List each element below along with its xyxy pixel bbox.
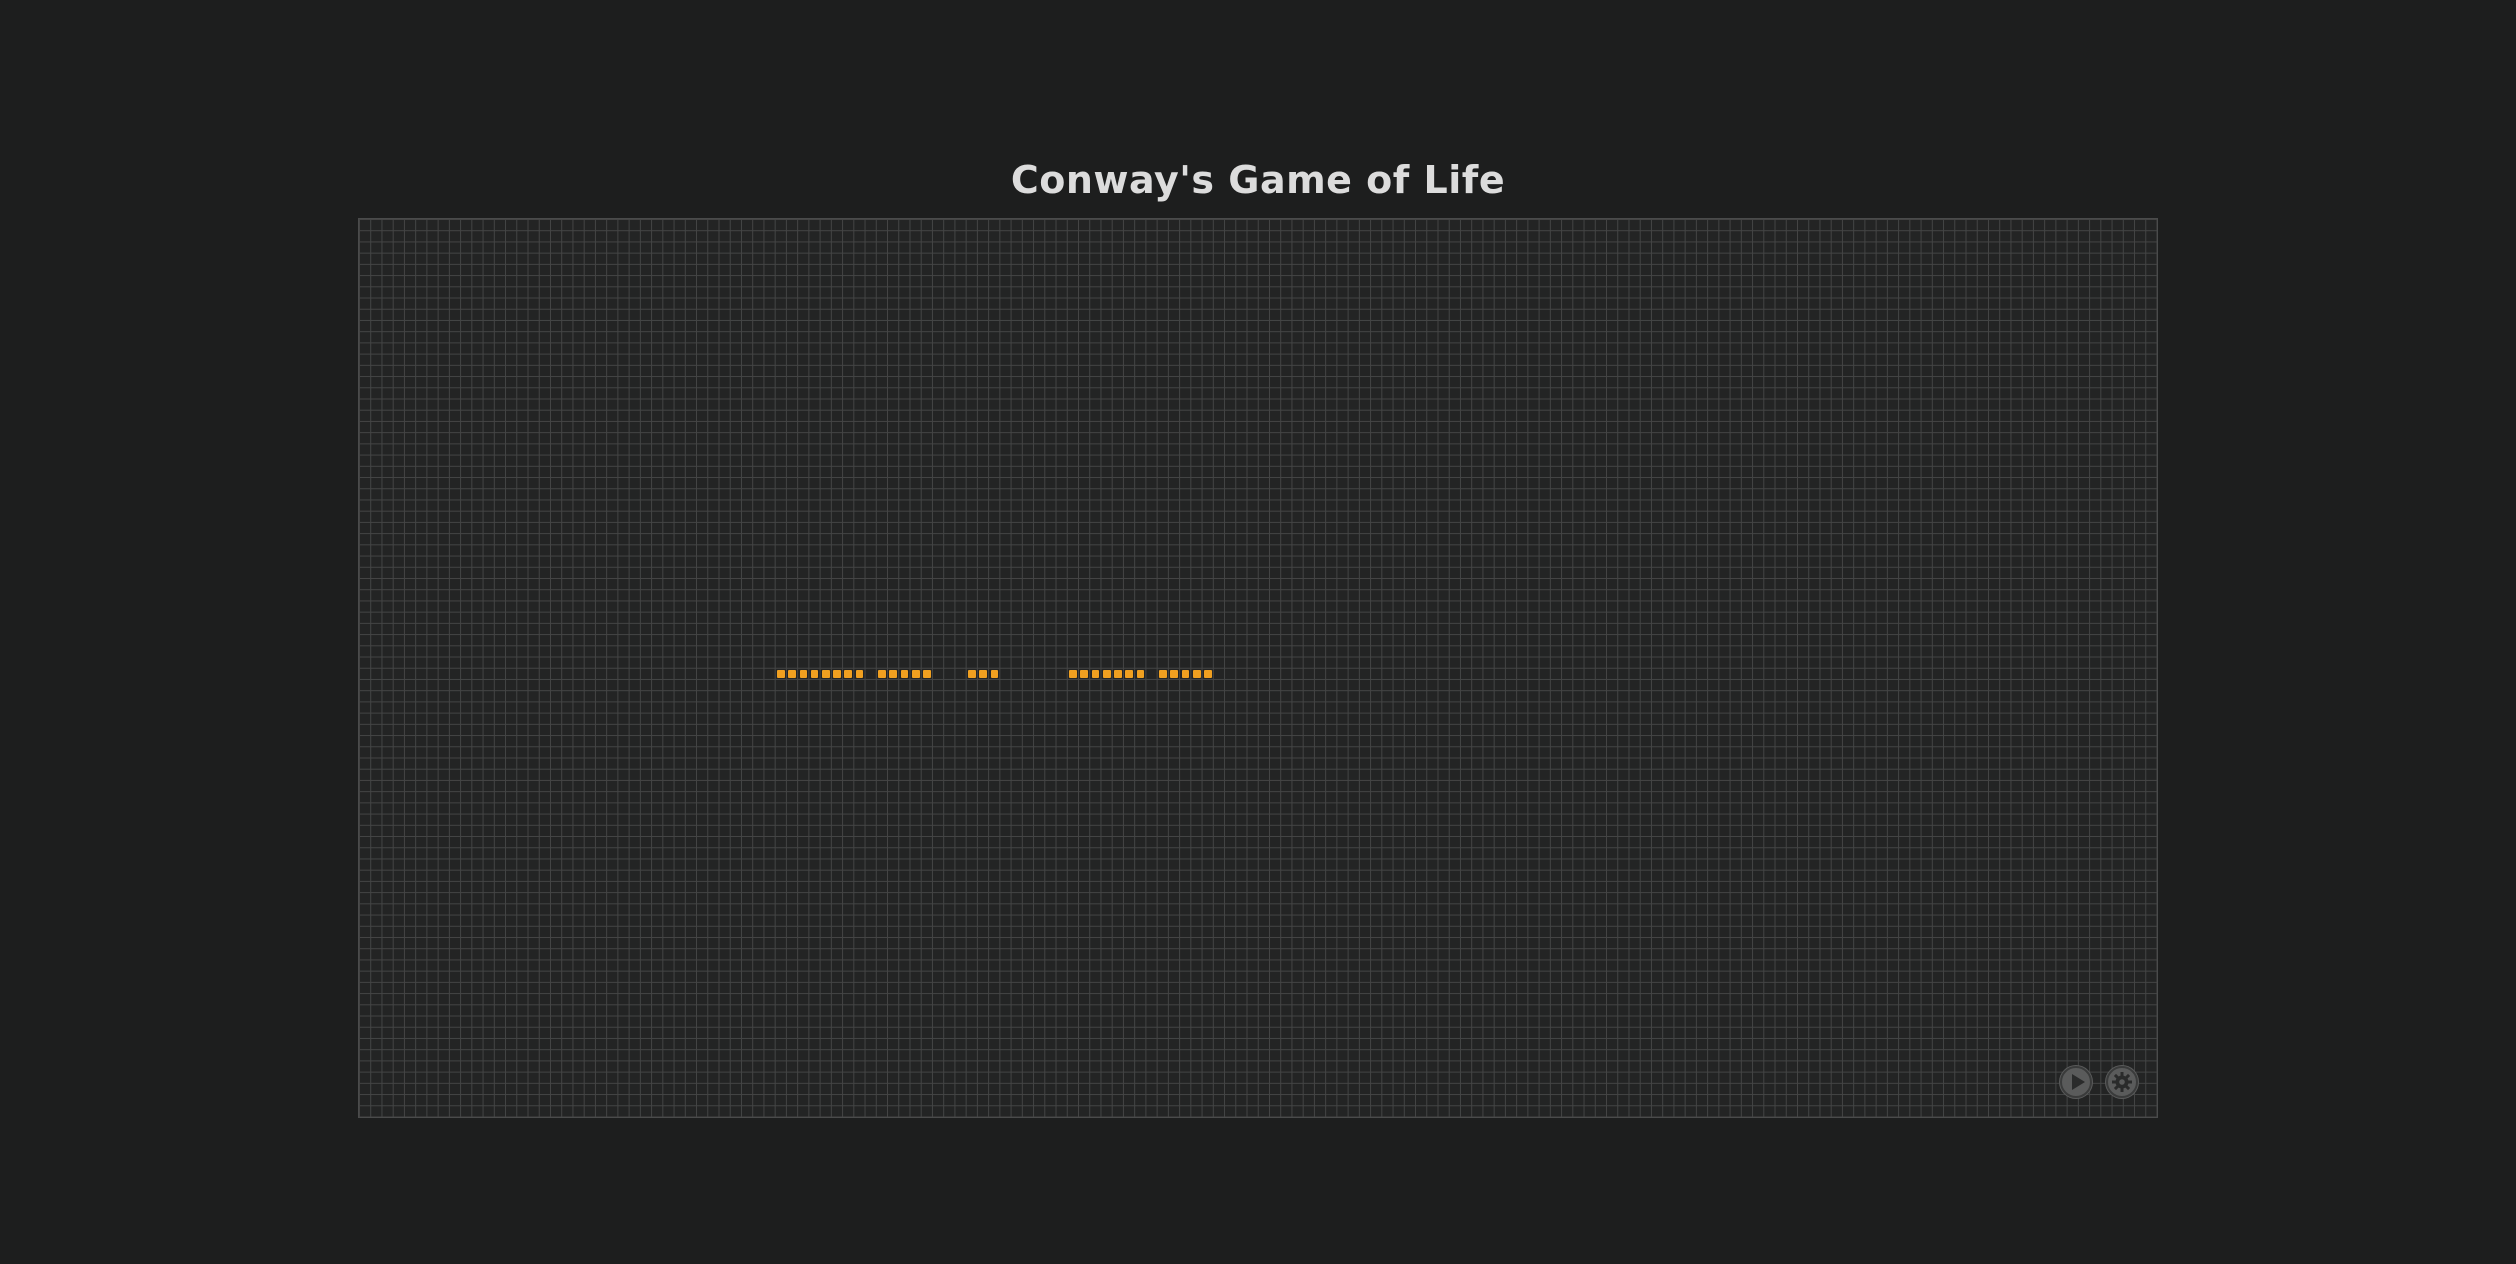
live-cell[interactable] (1204, 670, 1212, 678)
live-cell[interactable] (1181, 670, 1190, 678)
live-cell[interactable] (990, 670, 999, 678)
gear-icon (2106, 1066, 2138, 1098)
play-icon (2060, 1066, 2092, 1098)
board-controls (2059, 1065, 2139, 1099)
live-cell[interactable] (821, 670, 830, 678)
live-cell[interactable] (799, 670, 808, 678)
settings-button[interactable] (2105, 1065, 2139, 1099)
live-cell[interactable] (1125, 670, 1134, 678)
life-board[interactable] (358, 218, 2158, 1118)
live-cell[interactable] (1069, 670, 1077, 678)
live-cell[interactable] (1136, 670, 1145, 678)
live-cell[interactable] (1170, 670, 1179, 678)
live-cell[interactable] (1091, 670, 1100, 678)
live-cell[interactable] (833, 670, 841, 678)
live-cell[interactable] (1114, 670, 1122, 678)
live-cell[interactable] (855, 670, 864, 678)
live-cell[interactable] (979, 670, 988, 678)
live-cell[interactable] (923, 670, 931, 678)
live-cell[interactable] (788, 670, 796, 678)
live-cell[interactable] (1159, 670, 1167, 678)
live-cell[interactable] (889, 670, 898, 678)
live-cell[interactable] (878, 670, 886, 678)
live-cell[interactable] (968, 670, 976, 678)
live-cell[interactable] (1080, 670, 1089, 678)
live-cell[interactable] (911, 670, 920, 678)
live-cell[interactable] (1102, 670, 1111, 678)
live-cell[interactable] (1192, 670, 1201, 678)
page-title: Conway's Game of Life (1010, 158, 1506, 202)
live-cell[interactable] (810, 670, 819, 678)
live-cell[interactable] (777, 670, 785, 678)
play-button[interactable] (2059, 1065, 2093, 1099)
cell-layer[interactable] (359, 219, 2157, 1117)
live-cell[interactable] (844, 670, 853, 678)
live-cell[interactable] (900, 670, 909, 678)
